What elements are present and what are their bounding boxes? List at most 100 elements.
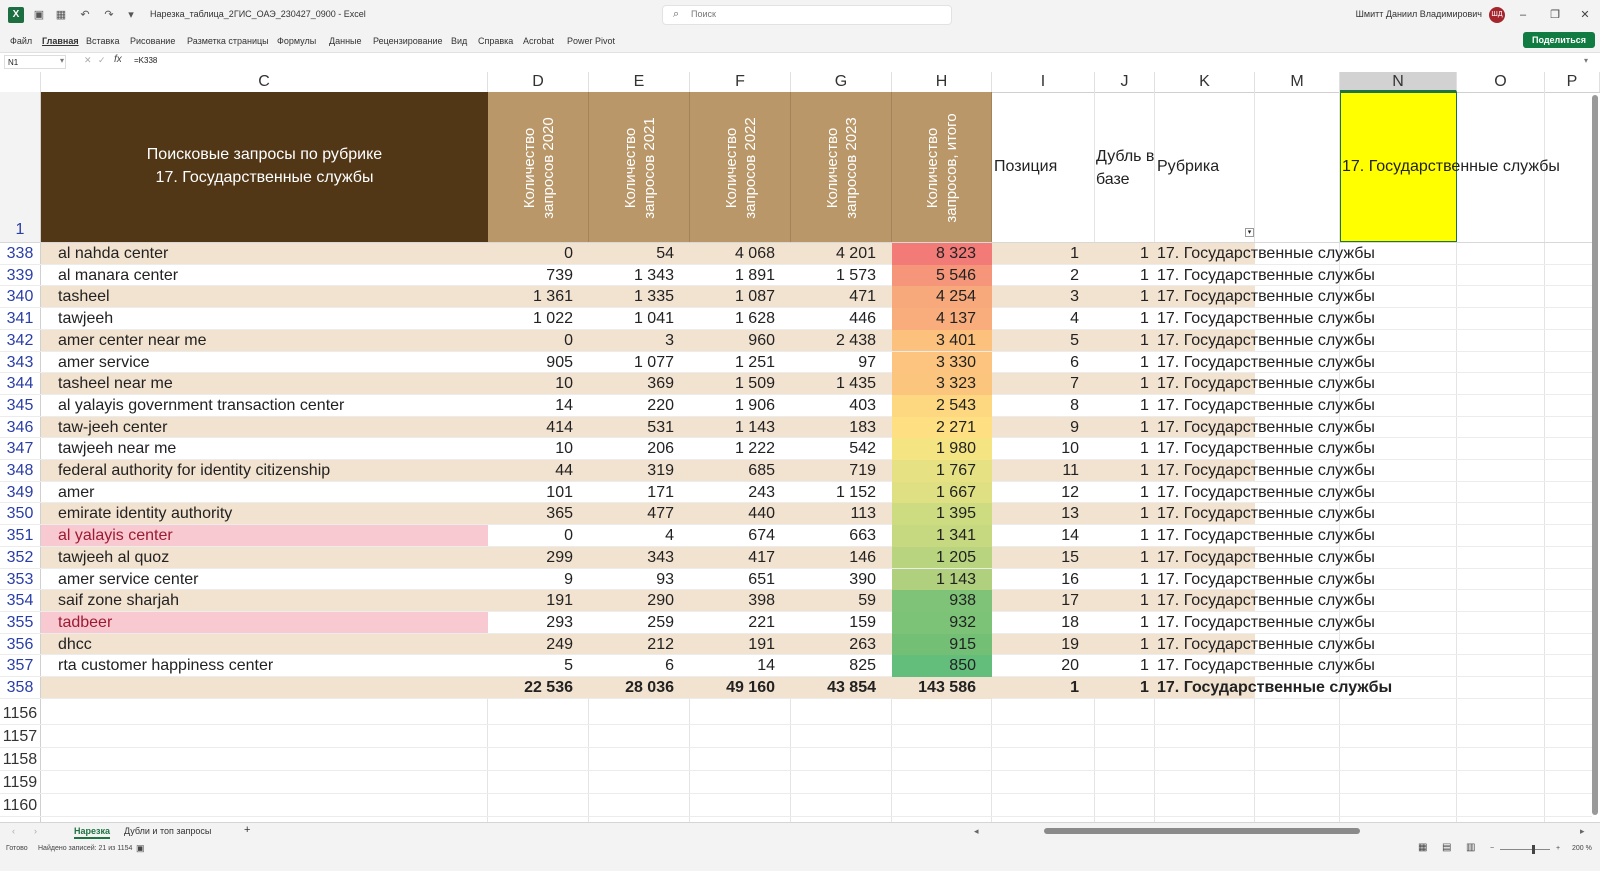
duplicate-cell[interactable]: 1 — [1140, 612, 1149, 633]
duplicate-cell[interactable]: 1 — [1140, 460, 1149, 481]
macro-record-icon[interactable]: ▣ — [136, 843, 145, 854]
total-count-cell[interactable]: 5 546 — [892, 264, 992, 287]
count-cell-d[interactable]: 191 — [488, 590, 589, 611]
count-cell-f[interactable]: 674 — [690, 525, 791, 546]
rubric-cell[interactable]: 17. Государственные службы — [1157, 286, 1375, 307]
ribbon-tab-5[interactable]: Формулы — [277, 36, 316, 46]
row-number[interactable]: 342 — [0, 330, 40, 352]
count-cell-e[interactable]: 93 — [589, 569, 690, 590]
rubric-cell[interactable]: 17. Государственные службы — [1157, 547, 1375, 568]
total-count-cell[interactable]: 4 254 — [892, 286, 992, 309]
count-cell-d[interactable]: 1 022 — [488, 308, 589, 329]
count-cell-f[interactable]: 1 087 — [690, 286, 791, 307]
count-cell-e[interactable]: 4 — [589, 525, 690, 546]
count-cell-f[interactable]: 191 — [690, 634, 791, 655]
ribbon-tab-11[interactable]: Power Pivot — [567, 36, 615, 46]
total-count-cell[interactable]: 143 586 — [892, 677, 992, 699]
count-cell-g[interactable]: 146 — [791, 547, 892, 568]
duplicate-cell[interactable]: 1 — [1140, 590, 1149, 611]
position-cell[interactable]: 17 — [992, 590, 1095, 611]
expand-formula-icon[interactable]: ▾ — [1584, 56, 1588, 65]
header-position[interactable]: Позиция — [994, 156, 1057, 177]
query-cell[interactable]: al manara center — [58, 265, 178, 286]
count-cell-f[interactable]: 417 — [690, 547, 791, 568]
query-cell[interactable]: tawjeeh near me — [58, 438, 176, 459]
count-cell-g[interactable]: 390 — [791, 569, 892, 590]
total-count-cell[interactable]: 4 137 — [892, 308, 992, 330]
query-cell[interactable]: amer — [58, 482, 94, 503]
rubric-cell[interactable]: 17. Государственные службы — [1157, 395, 1375, 416]
count-cell-g[interactable]: 446 — [791, 308, 892, 329]
count-cell-f[interactable]: 1 143 — [690, 417, 791, 438]
count-cell-f[interactable]: 685 — [690, 460, 791, 481]
position-cell[interactable]: 16 — [992, 569, 1095, 590]
duplicate-cell[interactable]: 1 — [1140, 655, 1149, 676]
count-cell-g[interactable]: 43 854 — [791, 677, 892, 698]
count-cell-d[interactable]: 0 — [488, 525, 589, 546]
page-break-icon[interactable]: ▥ — [1466, 842, 1475, 853]
row-number[interactable]: 352 — [0, 547, 40, 569]
count-cell-e[interactable]: 531 — [589, 417, 690, 438]
position-cell[interactable]: 6 — [992, 352, 1095, 373]
count-cell-f[interactable]: 243 — [690, 482, 791, 503]
ribbon-tab-1[interactable]: Главная — [42, 36, 79, 46]
row-number[interactable]: 338 — [0, 243, 40, 265]
count-cell-e[interactable]: 1 041 — [589, 308, 690, 329]
duplicate-cell[interactable]: 1 — [1140, 417, 1149, 438]
query-cell[interactable]: emirate identity authority — [58, 503, 232, 524]
ribbon-tab-8[interactable]: Вид — [451, 36, 467, 46]
count-cell-d[interactable]: 9 — [488, 569, 589, 590]
count-cell-f[interactable]: 14 — [690, 655, 791, 676]
header-cell-d[interactable]: Количество запросов 2020 — [488, 92, 589, 242]
count-cell-e[interactable]: 171 — [589, 482, 690, 503]
count-cell-d[interactable]: 10 — [488, 438, 589, 459]
count-cell-e[interactable]: 259 — [589, 612, 690, 633]
count-cell-d[interactable]: 414 — [488, 417, 589, 438]
sheet-tab-narezka[interactable]: Нарезка — [74, 826, 110, 839]
count-cell-e[interactable]: 290 — [589, 590, 690, 611]
rubric-cell[interactable]: 17. Государственные службы — [1157, 482, 1375, 503]
count-cell-e[interactable]: 3 — [589, 330, 690, 351]
position-cell[interactable]: 14 — [992, 525, 1095, 546]
rubric-cell[interactable]: 17. Государственные службы — [1157, 590, 1375, 611]
total-count-cell[interactable]: 2 271 — [892, 416, 992, 439]
column-header-o[interactable]: O — [1457, 72, 1545, 92]
position-cell[interactable]: 5 — [992, 330, 1095, 351]
duplicate-cell[interactable]: 1 — [1140, 330, 1149, 351]
total-count-cell[interactable]: 3 323 — [892, 373, 992, 395]
count-cell-f[interactable]: 398 — [690, 590, 791, 611]
rubric-cell[interactable]: 17. Государственные службы — [1157, 265, 1375, 286]
count-cell-d[interactable]: 22 536 — [488, 677, 589, 698]
query-cell[interactable]: tasheel near me — [58, 373, 173, 394]
count-cell-f[interactable]: 1 891 — [690, 265, 791, 286]
count-cell-d[interactable]: 0 — [488, 243, 589, 264]
total-count-cell[interactable]: 3 401 — [892, 329, 992, 352]
ribbon-tab-0[interactable]: Файл — [10, 36, 32, 46]
count-cell-f[interactable]: 1 509 — [690, 373, 791, 394]
row-number[interactable]: 1 — [0, 220, 40, 240]
ribbon-tab-10[interactable]: Acrobat — [523, 36, 554, 46]
count-cell-g[interactable]: 825 — [791, 655, 892, 676]
duplicate-cell[interactable]: 1 — [1140, 286, 1149, 307]
count-cell-e[interactable]: 220 — [589, 395, 690, 416]
rubric-cell[interactable]: 17. Государственные службы — [1157, 352, 1375, 373]
add-sheet-button[interactable]: + — [244, 824, 250, 836]
count-cell-g[interactable]: 263 — [791, 634, 892, 655]
count-cell-e[interactable]: 212 — [589, 634, 690, 655]
position-cell[interactable]: 18 — [992, 612, 1095, 633]
row-number[interactable]: 356 — [0, 634, 40, 656]
count-cell-d[interactable]: 5 — [488, 655, 589, 676]
duplicate-cell[interactable]: 1 — [1140, 243, 1149, 264]
header-cell-f[interactable]: Количество запросов 2022 — [690, 92, 791, 242]
query-cell[interactable]: tawjeeh al quoz — [58, 547, 169, 568]
position-cell[interactable]: 11 — [992, 460, 1095, 481]
row-number[interactable]: 1157 — [0, 725, 40, 748]
duplicate-cell[interactable]: 1 — [1140, 265, 1149, 286]
count-cell-g[interactable]: 471 — [791, 286, 892, 307]
sheet-tab-dubli[interactable]: Дубли и топ запросы — [124, 826, 211, 836]
formula-input[interactable]: =K338 — [134, 56, 157, 65]
avatar[interactable]: ШД — [1489, 7, 1505, 23]
rubric-cell[interactable]: 17. Государственные службы — [1157, 569, 1375, 590]
rubric-cell[interactable]: 17. Государственные службы — [1157, 655, 1375, 676]
row-number[interactable]: 1158 — [0, 748, 40, 771]
